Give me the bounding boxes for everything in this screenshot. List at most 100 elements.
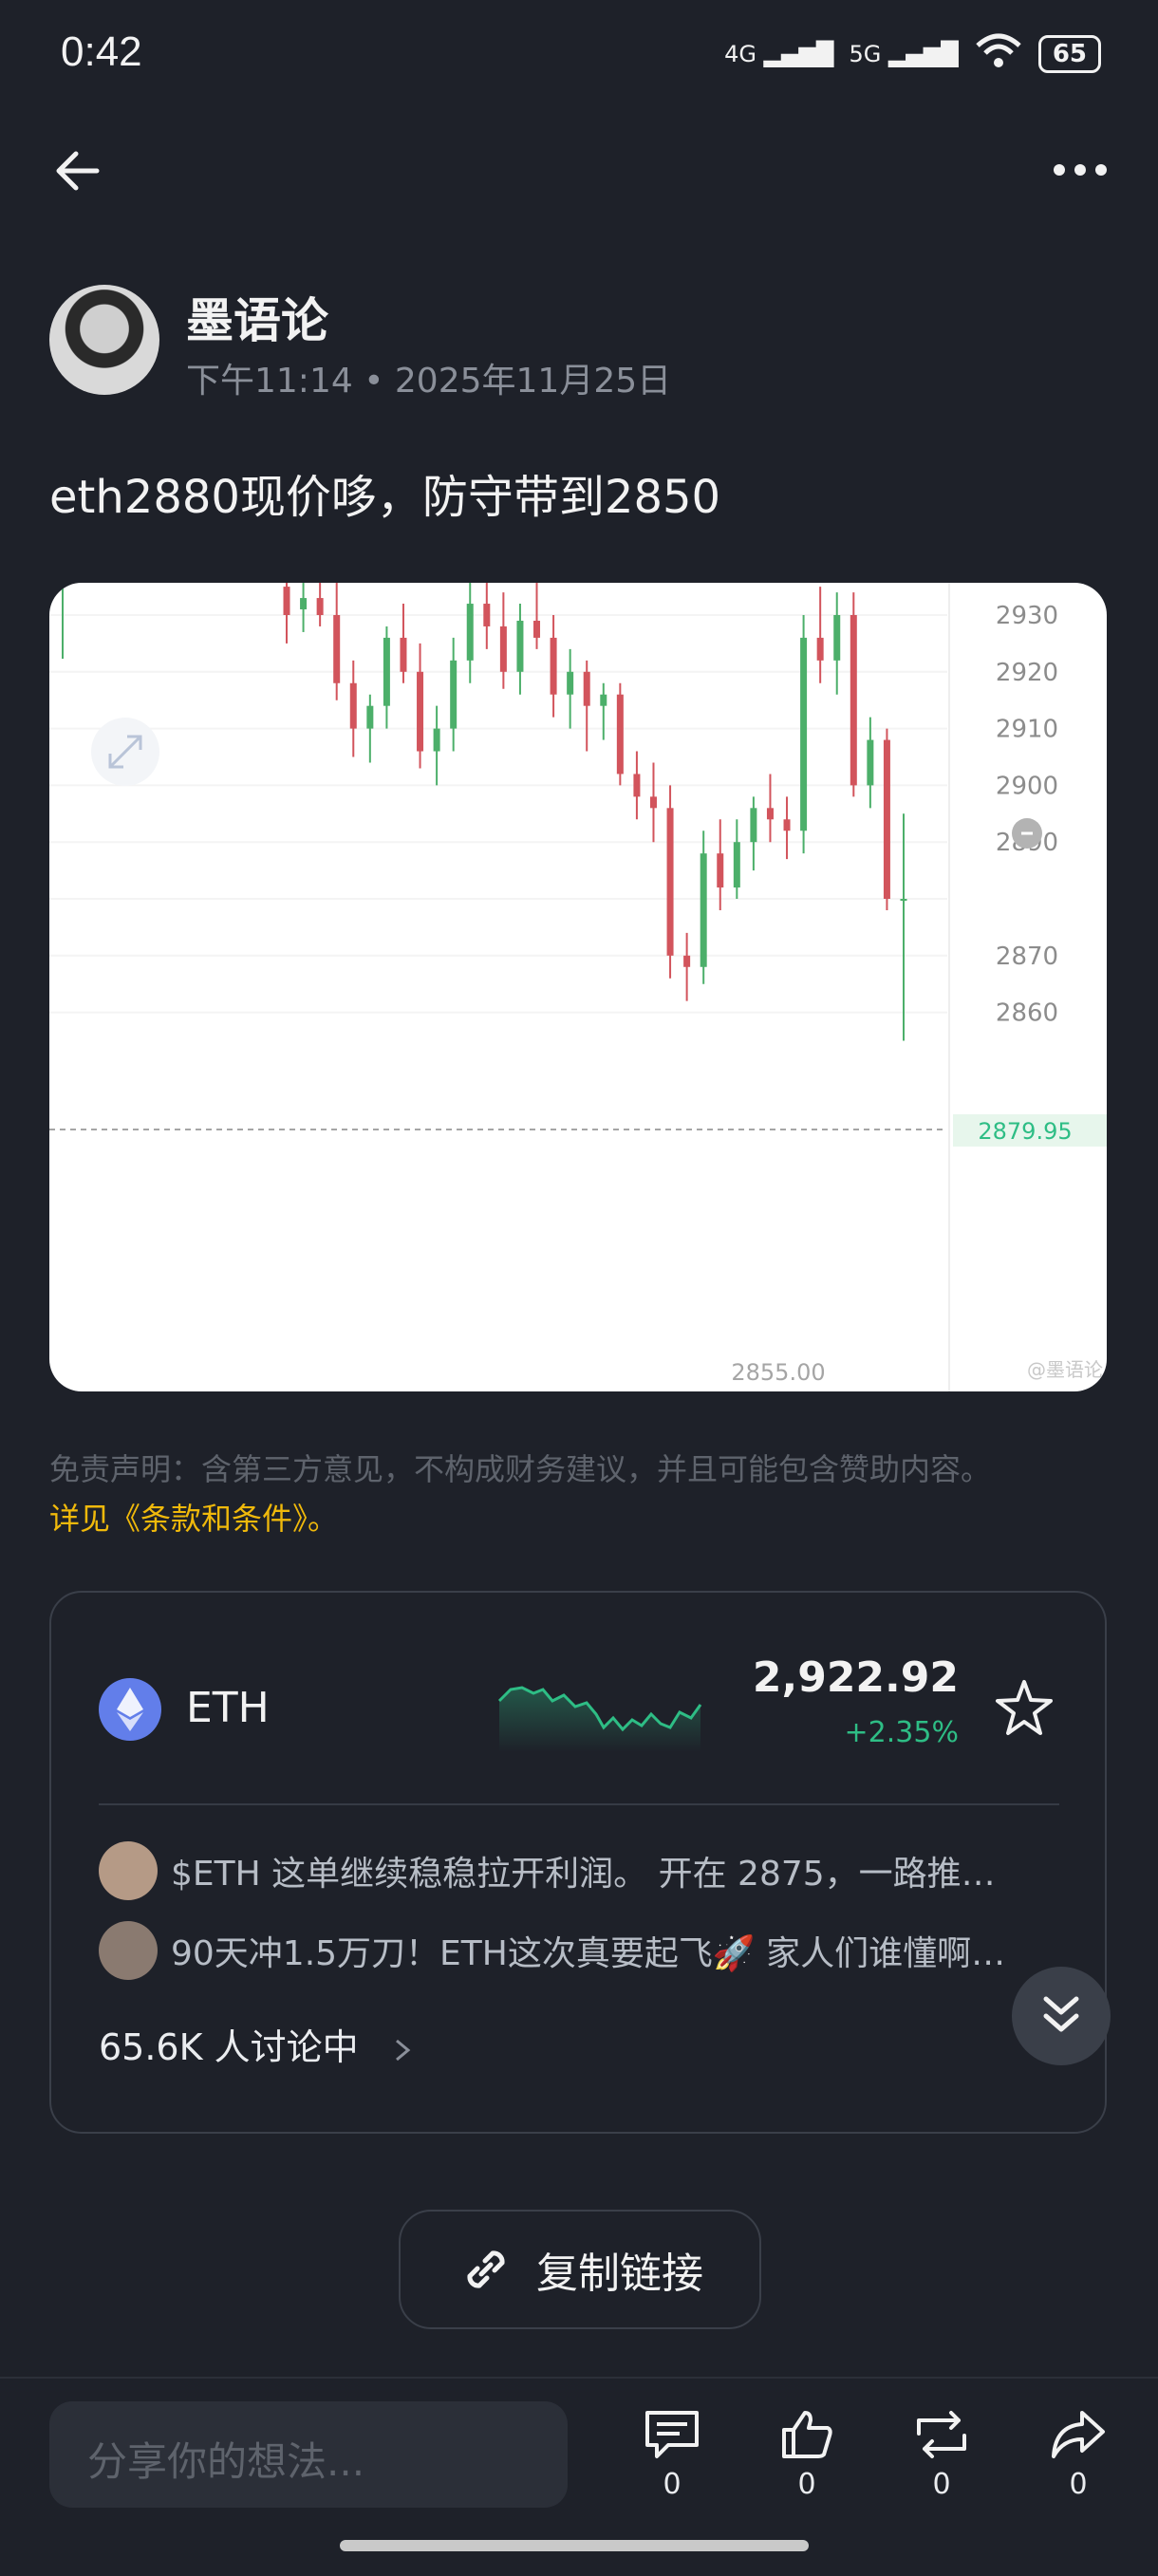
discussion-count: 65.6K 人讨论中 xyxy=(99,2026,359,2068)
candle-body xyxy=(867,739,874,786)
repost-count: 0 xyxy=(932,2468,951,2501)
like-count: 0 xyxy=(797,2468,816,2501)
discussion-text: $ETH 这单继续稳稳拉开利润。 开在 2875，一路推… xyxy=(171,1855,996,1894)
author-name[interactable]: 墨语论 xyxy=(186,283,328,351)
discussion-count-link[interactable]: 65.6K 人讨论中 xyxy=(99,2018,421,2070)
price-sparkline xyxy=(497,1686,702,1752)
candle-body xyxy=(466,604,474,661)
candle-body xyxy=(616,694,624,775)
status-time: 0:42 xyxy=(61,28,142,75)
back-arrow-icon[interactable] xyxy=(49,142,106,199)
post-time: 下午11:14 xyxy=(186,362,353,401)
double-chevron-down-icon xyxy=(1043,1996,1079,2032)
battery-icon: 65 xyxy=(1037,35,1101,73)
post-date: 2025年11月25日 xyxy=(394,362,672,401)
candle-body xyxy=(850,615,857,786)
y-tick-label: 2920 xyxy=(996,659,1058,687)
candle-body xyxy=(683,955,691,967)
status-icons: 4G ▂▄▆█ 5G ▂▄▆█ 65 xyxy=(724,32,1101,76)
candle-body xyxy=(666,808,674,956)
candle-body xyxy=(717,853,724,888)
candle-body xyxy=(383,637,390,706)
y-tick-label: 2870 xyxy=(996,943,1058,971)
candle-body xyxy=(900,899,907,901)
candle-body xyxy=(483,604,491,626)
candle-body xyxy=(567,671,574,695)
discussion-avatar xyxy=(99,1841,158,1900)
card-divider xyxy=(99,1803,1059,1805)
candle-body xyxy=(600,694,607,706)
favorite-star-icon[interactable] xyxy=(993,1676,1055,1739)
candle-body xyxy=(583,671,590,706)
share-count: 0 xyxy=(1069,2468,1088,2501)
current-price-label: 2879.95 xyxy=(978,1118,1072,1145)
copy-link-button[interactable]: 复制链接 xyxy=(399,2210,761,2329)
home-indicator[interactable] xyxy=(340,2540,809,2551)
eth-logo-icon xyxy=(99,1678,161,1741)
discussion-item[interactable]: 90天冲1.5万刀！ETH这次真要起飞🚀 家人们谁懂啊… xyxy=(99,1921,1059,1980)
repost-action[interactable]: 0 xyxy=(904,2407,980,2501)
copy-link-label: 复制链接 xyxy=(536,2249,703,2298)
coin-change: +2.35% xyxy=(844,1716,959,1749)
candle-body xyxy=(349,682,357,729)
candle-body xyxy=(766,808,774,820)
coin-card[interactable]: ETH 2,922.92 +2.35% $ETH 这单继续稳稳拉开利润。 开在 … xyxy=(49,1591,1107,2134)
candle-body xyxy=(533,620,541,638)
discussion-item[interactable]: $ETH 这单继续稳稳拉开利润。 开在 2875，一路推… xyxy=(99,1841,1059,1900)
network-5g-icon: 5G ▂▄▆█ xyxy=(849,41,959,67)
like-action[interactable]: 0 xyxy=(769,2407,845,2501)
disclaimer-text: 免责声明：含第三方意见，不构成财务建议，并且可能包含赞助内容。 xyxy=(49,1451,992,1487)
chart-image[interactable]: 2930292029102900289028702860 2879.95 285… xyxy=(49,583,1107,1391)
disclaimer: 免责声明：含第三方意见，不构成财务建议，并且可能包含赞助内容。 详见《条款和条件… xyxy=(49,1445,1112,1543)
candle-body xyxy=(499,625,507,672)
candle-body xyxy=(633,774,641,797)
chevron-right-icon xyxy=(395,2039,411,2061)
post-text: eth2880现价哆，防守带到2850 xyxy=(49,471,721,524)
comment-action[interactable]: 0 xyxy=(634,2407,710,2501)
thumbs-up-icon xyxy=(782,2411,832,2458)
y-tick-label: 2910 xyxy=(996,716,1058,744)
candle-body xyxy=(550,637,557,695)
candle-body xyxy=(300,598,308,610)
candle-body xyxy=(417,671,424,752)
candle-body xyxy=(816,637,824,661)
drag-handle-icon[interactable] xyxy=(1012,818,1042,849)
candle-body xyxy=(400,637,407,672)
scroll-down-button[interactable] xyxy=(1012,1967,1111,2065)
candle-body xyxy=(750,808,757,843)
share-icon xyxy=(1052,2411,1105,2458)
share-action[interactable]: 0 xyxy=(1040,2407,1116,2501)
status-bar: 0:42 4G ▂▄▆█ 5G ▂▄▆█ 65 xyxy=(0,0,1158,114)
candle-body xyxy=(450,660,458,729)
watermark: @墨语论 xyxy=(1027,1358,1103,1381)
terms-link[interactable]: 详见《条款和条件》。 xyxy=(49,1494,1112,1543)
candle-body xyxy=(649,796,657,809)
candle-body xyxy=(333,615,341,683)
comment-count: 0 xyxy=(663,2468,682,2501)
candle-body xyxy=(516,620,524,672)
discussion-text: 90天冲1.5万刀！ETH这次真要起飞🚀 家人们谁懂啊… xyxy=(171,1934,1006,1973)
repost-icon xyxy=(917,2411,966,2458)
candle-body xyxy=(283,587,290,615)
candle-body xyxy=(733,842,740,888)
post-meta: 下午11:14 • 2025年11月25日 xyxy=(186,353,671,402)
coin-price: 2,922.92 xyxy=(752,1653,959,1702)
candle-body xyxy=(433,728,440,752)
author-avatar[interactable] xyxy=(49,285,159,395)
meta-separator: • xyxy=(364,362,395,401)
candle-body xyxy=(316,598,324,615)
link-icon xyxy=(467,2250,505,2288)
expand-icon[interactable] xyxy=(91,718,159,786)
wifi-icon xyxy=(974,32,1023,76)
low-price-label: 2855.00 xyxy=(731,1359,825,1386)
candle-body xyxy=(783,819,791,831)
coin-symbol: ETH xyxy=(186,1684,270,1732)
more-options-icon[interactable] xyxy=(1052,156,1109,184)
candle-body xyxy=(700,853,707,967)
candle-body xyxy=(800,637,808,831)
y-tick-label: 2900 xyxy=(996,772,1058,800)
candle-body xyxy=(883,739,890,899)
y-tick-label: 2930 xyxy=(996,602,1058,630)
comment-input[interactable]: 分享你的想法... xyxy=(49,2401,568,2508)
candlestick-chart: 2930292029102900289028702860 2879.95 285… xyxy=(49,583,1107,1391)
